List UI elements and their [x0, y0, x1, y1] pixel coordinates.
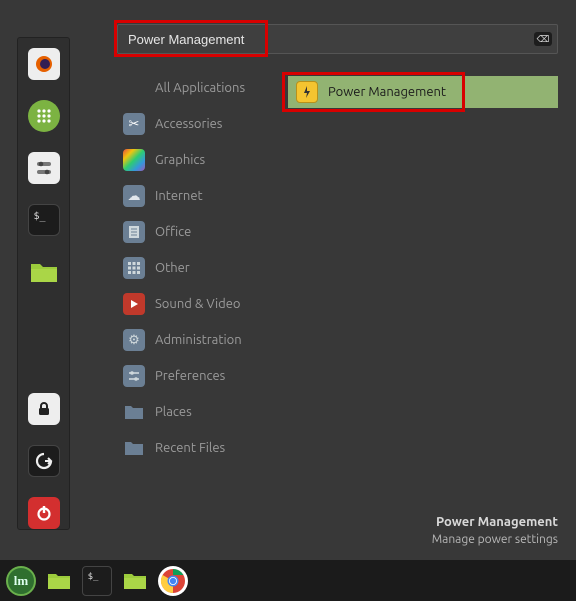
sliders-icon	[123, 365, 145, 387]
taskbar: lm $_	[0, 560, 576, 601]
category-label: All Applications	[155, 81, 245, 95]
power-icon	[35, 504, 53, 522]
favorite-lock[interactable]	[28, 393, 60, 425]
backspace-icon: ⌫	[537, 34, 550, 45]
lock-icon	[36, 401, 52, 417]
search-field-wrap: ⌫	[117, 24, 558, 54]
taskbar-files[interactable]	[44, 566, 74, 596]
category-label: Places	[155, 405, 192, 419]
category-label: Accessories	[155, 117, 222, 131]
taskbar-terminal[interactable]: $_	[82, 566, 112, 596]
results-panel: Power Management	[288, 76, 558, 108]
category-label: Internet	[155, 189, 203, 203]
category-label: Sound & Video	[155, 297, 241, 311]
result-label: Power Management	[328, 85, 446, 99]
favorite-logout[interactable]	[28, 445, 60, 477]
category-list: All Applications ✂ Accessories Graphics …	[117, 70, 282, 466]
taskbar-chrome[interactable]	[158, 566, 188, 596]
category-other[interactable]: Other	[117, 250, 282, 286]
keypad-icon	[36, 108, 52, 124]
favorites-column: $_	[17, 37, 70, 530]
favorite-shutdown[interactable]	[28, 497, 60, 529]
category-administration[interactable]: ⚙ Administration	[117, 322, 282, 358]
chrome-icon	[160, 568, 186, 594]
favorite-files[interactable]	[28, 256, 60, 288]
blank-icon	[123, 77, 145, 99]
folder-icon	[47, 571, 71, 591]
sheet-icon	[123, 221, 145, 243]
folder-icon	[30, 260, 58, 284]
scissors-icon: ✂	[123, 113, 145, 135]
folder-icon	[123, 571, 147, 591]
favorite-terminal[interactable]: $_	[28, 204, 60, 236]
item-tooltip: Power Management Manage power settings	[432, 514, 558, 548]
folder-icon	[123, 437, 145, 459]
gear-icon: ⚙	[123, 329, 145, 351]
logout-icon	[35, 452, 53, 470]
power-management-icon	[296, 81, 318, 103]
category-recent-files[interactable]: Recent Files	[117, 430, 282, 466]
category-all-applications[interactable]: All Applications	[117, 70, 282, 106]
category-label: Graphics	[155, 153, 205, 167]
tooltip-title: Power Management	[432, 514, 558, 532]
rainbow-icon	[123, 149, 145, 171]
search-input[interactable]	[117, 24, 558, 54]
category-places[interactable]: Places	[117, 394, 282, 430]
category-label: Office	[155, 225, 191, 239]
clear-search-button[interactable]: ⌫	[534, 32, 552, 46]
taskbar-files-open[interactable]	[120, 566, 150, 596]
folder-icon	[123, 401, 145, 423]
category-label: Preferences	[155, 369, 225, 383]
category-graphics[interactable]: Graphics	[117, 142, 282, 178]
favorite-firefox[interactable]	[28, 48, 60, 80]
menu-button[interactable]: lm	[6, 566, 36, 596]
category-sound-video[interactable]: Sound & Video	[117, 286, 282, 322]
application-menu: $_ ⌫ All Applications ✂ Accessories	[0, 0, 576, 560]
favorite-settings[interactable]	[28, 152, 60, 184]
category-office[interactable]: Office	[117, 214, 282, 250]
category-accessories[interactable]: ✂ Accessories	[117, 106, 282, 142]
category-label: Administration	[155, 333, 242, 347]
category-label: Other	[155, 261, 190, 275]
firefox-icon	[34, 54, 54, 74]
mint-logo-icon: lm	[14, 573, 28, 589]
result-power-management[interactable]: Power Management	[288, 76, 558, 108]
category-label: Recent Files	[155, 441, 225, 455]
tooltip-description: Manage power settings	[432, 532, 558, 548]
toggles-icon	[35, 159, 53, 177]
category-internet[interactable]: ☁ Internet	[117, 178, 282, 214]
terminal-icon: $_	[88, 572, 99, 582]
cloud-icon: ☁	[123, 185, 145, 207]
grid-icon	[123, 257, 145, 279]
play-icon	[123, 293, 145, 315]
terminal-icon: $_	[33, 211, 45, 222]
favorite-chat[interactable]	[28, 100, 60, 132]
category-preferences[interactable]: Preferences	[117, 358, 282, 394]
